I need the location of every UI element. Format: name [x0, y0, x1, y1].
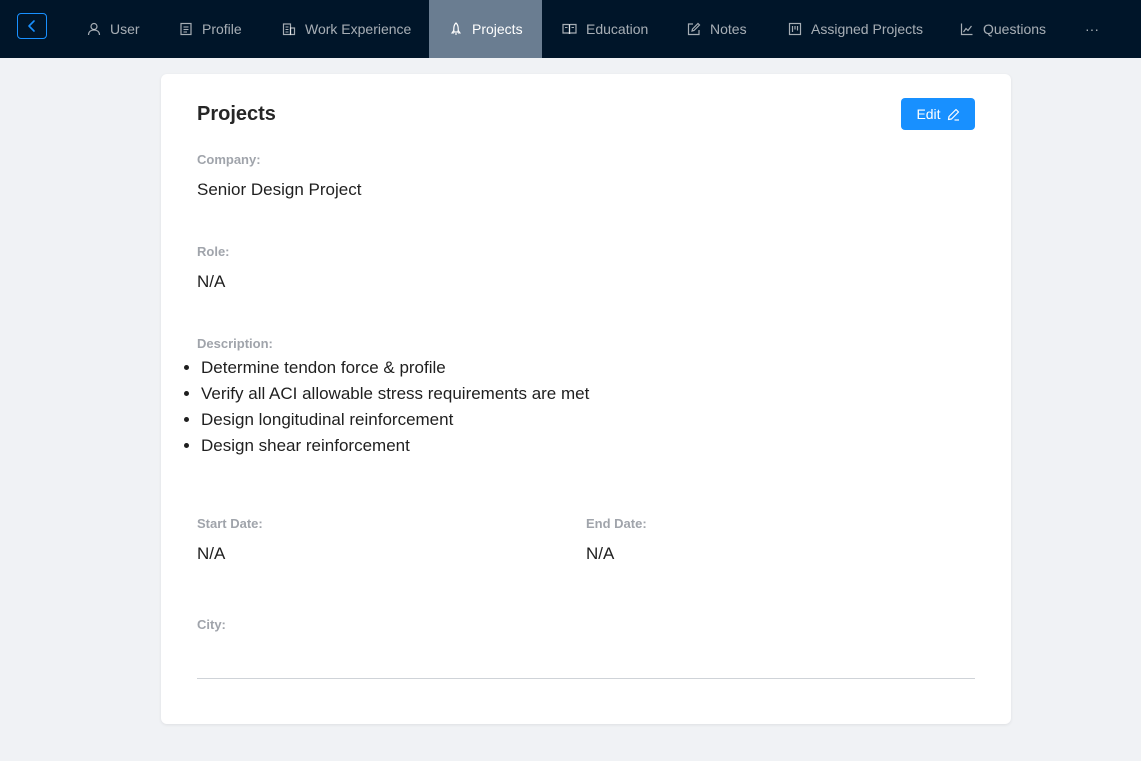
- list-item: Verify all ACI allowable stress requirem…: [201, 381, 865, 407]
- nav-item-education[interactable]: Education: [542, 0, 667, 58]
- top-navigation-bar: User Profile Work Experience Projects Ed…: [0, 0, 1141, 58]
- nav-item-assigned-projects[interactable]: Assigned Projects: [768, 0, 940, 58]
- nav-item-label: Projects: [472, 21, 523, 37]
- nav-item-label: Questions: [983, 21, 1047, 37]
- edit-button-label: Edit: [916, 106, 941, 122]
- end-date-value: N/A: [586, 544, 615, 563]
- nav-item-projects[interactable]: Projects: [429, 0, 542, 58]
- start-date-value: N/A: [197, 544, 226, 563]
- book-icon: [562, 23, 577, 35]
- pencil-icon: [947, 108, 959, 121]
- description-list: Determine tendon force & profile Verify …: [165, 355, 865, 459]
- building-icon: [282, 23, 296, 36]
- company-label: Company:: [197, 152, 261, 167]
- list-item: Design shear reinforcement: [201, 433, 865, 459]
- nav-item-questions[interactable]: Questions: [940, 0, 1067, 58]
- nav-item-work-experience[interactable]: Work Experience: [262, 0, 429, 58]
- more-icon: ···: [1085, 21, 1099, 37]
- edit-button[interactable]: Edit: [901, 98, 975, 130]
- nav-item-profile[interactable]: Profile: [159, 0, 262, 58]
- card-title: Projects: [197, 103, 276, 125]
- nav-more-button[interactable]: ···: [1067, 0, 1117, 58]
- nav-item-label: Assigned Projects: [811, 21, 924, 37]
- city-label: City:: [197, 617, 226, 632]
- company-value: Senior Design Project: [197, 180, 362, 199]
- profile-icon: [180, 22, 192, 36]
- user-icon: [87, 22, 101, 36]
- chart-icon: [960, 23, 973, 36]
- nav-item-label: Work Experience: [305, 21, 412, 37]
- edit-icon: [687, 22, 701, 36]
- list-item: Design longitudinal reinforcement: [201, 407, 865, 433]
- nav-item-user[interactable]: User: [67, 0, 159, 58]
- divider: [197, 678, 975, 679]
- end-date-label: End Date:: [586, 516, 647, 531]
- nav-item-label: User: [110, 21, 140, 37]
- role-label: Role:: [197, 244, 230, 259]
- nav-item-notes[interactable]: Notes: [667, 0, 768, 58]
- project-icon: [788, 22, 802, 36]
- description-label: Description:: [197, 336, 273, 351]
- list-item: Determine tendon force & profile: [201, 355, 865, 381]
- project-details-card: Projects Edit Company: Senior Design Pro…: [161, 74, 1011, 724]
- nav-item-label: Education: [586, 21, 649, 37]
- nav-item-label: Profile: [202, 21, 242, 37]
- rocket-icon: [450, 22, 462, 35]
- back-button[interactable]: [17, 13, 47, 39]
- role-value: N/A: [197, 272, 226, 291]
- chevron-left-icon: [28, 20, 35, 32]
- nav-item-label: Notes: [710, 21, 747, 37]
- start-date-label: Start Date:: [197, 516, 263, 531]
